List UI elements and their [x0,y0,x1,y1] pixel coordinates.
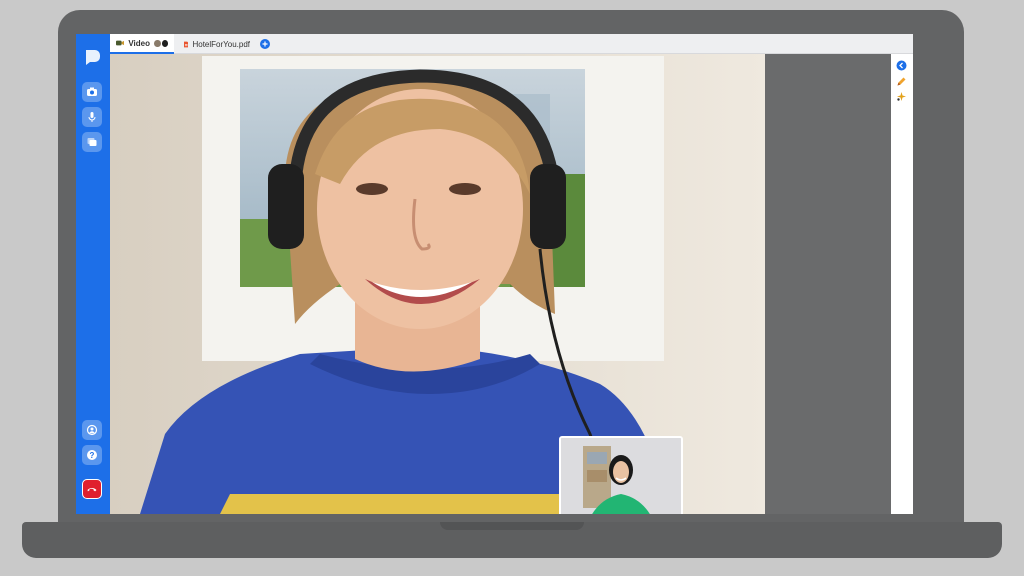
tab-pdf-label: HotelForYou.pdf [192,39,250,49]
tab-video[interactable]: Video [110,34,174,54]
left-sidebar: ? [76,34,110,514]
participant-avatar [154,39,161,47]
camera-icon [87,87,97,96]
screen-share-button[interactable] [82,132,102,152]
app-window: ? Video HotelForYou.pdf [76,34,913,514]
settings-icon [86,424,98,436]
camera-button[interactable] [82,82,102,102]
right-rail [891,54,913,514]
pencil-icon [897,77,905,85]
sparkle-icon [896,91,906,101]
settings-button[interactable] [82,420,102,440]
local-participant-video [561,438,681,514]
participant-avatar [161,39,168,47]
plus-icon [262,41,268,47]
tab-pdf[interactable]: HotelForYou.pdf [178,34,256,54]
hang-up-icon [87,488,97,492]
screen-share-icon [87,138,97,146]
pdf-icon [184,41,189,47]
tab-video-label: Video [128,38,150,48]
microphone-icon [88,112,96,122]
laptop-notch [440,522,584,530]
effects-button[interactable] [895,90,907,102]
video-call-icon [116,40,125,46]
collapse-panel-button[interactable] [895,59,907,71]
microphone-button[interactable] [82,107,102,127]
tab-bar: Video HotelForYou.pdf [110,34,913,54]
self-view-video[interactable] [559,436,683,514]
collapse-arrow-icon [896,60,906,70]
svg-text:?: ? [90,451,95,460]
help-button[interactable]: ? [82,445,102,465]
annotate-button[interactable] [895,75,907,87]
main-video-feed [110,54,765,514]
hang-up-button[interactable] [82,479,102,499]
help-icon: ? [87,450,97,460]
empty-stage-area [765,54,891,514]
add-tab-button[interactable] [260,39,270,49]
app-logo-icon [82,47,102,67]
